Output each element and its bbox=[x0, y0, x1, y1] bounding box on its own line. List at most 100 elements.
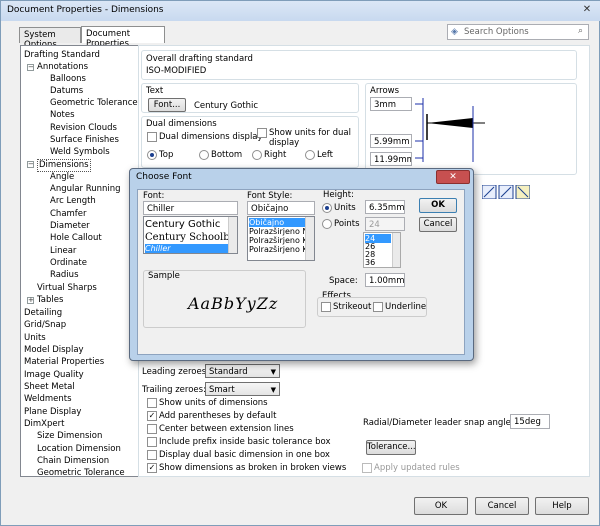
tree-item-image-quality[interactable]: Image Quality bbox=[24, 370, 84, 381]
tree-item-radius[interactable]: Radius bbox=[50, 270, 79, 281]
tree-item-angle[interactable]: Angle bbox=[50, 172, 74, 183]
tree-item-dimxpert[interactable]: DimXpert bbox=[24, 419, 64, 430]
title-bar: Document Properties - Dimensions ✕ bbox=[1, 1, 600, 21]
list-item[interactable]: Century Gothic bbox=[145, 219, 220, 231]
tree-item-weld-symbols[interactable]: Weld Symbols bbox=[50, 147, 110, 158]
units-radio[interactable] bbox=[322, 203, 332, 213]
left-radio[interactable] bbox=[305, 150, 315, 160]
bottom-label: Bottom bbox=[211, 150, 243, 160]
font-style-list[interactable]: Običajno Polrazširjeno Na Polrazširjeno … bbox=[247, 216, 315, 261]
tree-item-balloons[interactable]: Balloons bbox=[50, 74, 86, 85]
tree-item-ordinate[interactable]: Ordinate bbox=[50, 258, 87, 269]
list-item-selected[interactable]: Običajno bbox=[249, 218, 306, 227]
font-name-input[interactable]: Chiller bbox=[143, 201, 238, 215]
cancel-button[interactable]: Cancel bbox=[475, 497, 529, 515]
options-tree: Drafting Standard − Annotations Balloons… bbox=[20, 45, 139, 477]
points-input[interactable]: 24 bbox=[365, 217, 405, 231]
tab-document-properties[interactable]: Document Properties bbox=[81, 26, 165, 49]
list-item[interactable]: Polrazširjeno Na bbox=[249, 227, 313, 236]
tree-item-surface-finishes[interactable]: Surface Finishes bbox=[50, 135, 119, 146]
tree-item-chamfer[interactable]: Chamfer bbox=[50, 209, 87, 220]
underline-checkbox[interactable] bbox=[373, 302, 383, 312]
apply-updated-checkbox[interactable] bbox=[362, 463, 372, 473]
tree-item-angular-running[interactable]: Angular Running bbox=[50, 184, 121, 195]
tree-item-geometric-tolerance[interactable]: Geometric Tolerance bbox=[50, 98, 138, 109]
tree-item-datums[interactable]: Datums bbox=[50, 86, 83, 97]
tree-item-dimensions[interactable]: Dimensions bbox=[37, 159, 91, 172]
tree-item-linear[interactable]: Linear bbox=[50, 246, 76, 257]
arrow-height-input[interactable]: 3mm bbox=[370, 97, 412, 111]
height-label: Height: bbox=[323, 190, 354, 200]
point-size-list[interactable]: 24 26 28 36 bbox=[363, 232, 401, 268]
tree-item-detailing[interactable]: Detailing bbox=[24, 308, 62, 319]
tab-system-options[interactable]: System Options bbox=[19, 27, 81, 50]
show-units-checkbox[interactable] bbox=[257, 128, 267, 138]
dual-display-label: Dual dimensions display bbox=[159, 132, 263, 142]
tree-item-units[interactable]: Units bbox=[24, 333, 46, 344]
tree-item-material-properties[interactable]: Material Properties bbox=[24, 357, 104, 368]
tree-item-tables[interactable]: Tables bbox=[37, 295, 63, 306]
tree-item-chain-dimension[interactable]: Chain Dimension bbox=[37, 456, 109, 467]
font-list[interactable]: Century Gothic Century Schoolboo Chiller bbox=[143, 216, 238, 254]
leading-zeroes-select[interactable]: Standard ▼ bbox=[205, 364, 280, 378]
style-list-scrollbar[interactable] bbox=[305, 217, 314, 260]
bottom-radio[interactable] bbox=[199, 150, 209, 160]
arrow-width-input[interactable]: 5.99mm bbox=[370, 134, 412, 148]
points-radio[interactable] bbox=[322, 219, 332, 229]
point-list-scrollbar[interactable] bbox=[392, 233, 400, 267]
include-prefix-checkbox[interactable] bbox=[147, 437, 157, 447]
tree-item-hole-callout[interactable]: Hole Callout bbox=[50, 233, 102, 244]
show-broken-checkbox[interactable]: ✓ bbox=[147, 463, 157, 473]
show-units-of-dimensions-checkbox[interactable] bbox=[147, 398, 157, 408]
search-input[interactable]: ◈ Search Options ⌕ bbox=[447, 24, 589, 40]
help-button[interactable]: Help bbox=[535, 497, 589, 515]
list-item[interactable]: Polrazširjeno Kr bbox=[249, 236, 311, 245]
top-radio[interactable] bbox=[147, 150, 157, 160]
tree-item-drafting-standard[interactable]: Drafting Standard bbox=[24, 50, 100, 61]
tree-item-size-dimension[interactable]: Size Dimension bbox=[37, 431, 102, 442]
dual-display-checkbox[interactable] bbox=[147, 132, 157, 142]
tree-item-arc-length[interactable]: Arc Length bbox=[50, 196, 96, 207]
dialog-body: Font: Chiller Century Gothic Century Sch… bbox=[137, 189, 465, 355]
strikeout-checkbox[interactable] bbox=[321, 302, 331, 312]
tree-item-notes[interactable]: Notes bbox=[50, 110, 75, 121]
list-item[interactable]: Polrazširjeno Kr bbox=[249, 245, 311, 254]
tree-item-virtual-sharps[interactable]: Virtual Sharps bbox=[37, 283, 97, 294]
add-parentheses-checkbox[interactable]: ✓ bbox=[147, 411, 157, 421]
center-between-checkbox[interactable] bbox=[147, 424, 157, 434]
expand-icon[interactable]: + bbox=[27, 297, 34, 304]
list-item[interactable]: Century Schoolboo bbox=[145, 232, 237, 244]
arrow-length-input[interactable]: 11.99mm bbox=[370, 152, 412, 166]
collapse-icon[interactable]: − bbox=[27, 161, 34, 168]
ok-button[interactable]: OK bbox=[414, 497, 468, 515]
trailing-zeroes-select[interactable]: Smart ▼ bbox=[205, 382, 280, 396]
units-height-input[interactable]: 6.35mm bbox=[365, 200, 405, 214]
font-style-input[interactable]: Običajno bbox=[247, 201, 315, 215]
close-icon[interactable]: ✕ bbox=[579, 3, 595, 17]
font-list-scrollbar[interactable] bbox=[228, 217, 237, 253]
tree-item-diameter[interactable]: Diameter bbox=[50, 221, 90, 232]
list-item[interactable]: 36 bbox=[365, 258, 375, 267]
close-icon[interactable]: ✕ bbox=[436, 170, 470, 184]
space-input[interactable]: 1.00mm bbox=[365, 273, 405, 287]
display-dual-basic-checkbox[interactable] bbox=[147, 450, 157, 460]
tree-item-plane-display[interactable]: Plane Display bbox=[24, 407, 81, 418]
tree-item-geometric-tolerance-dimxpert[interactable]: Geometric Tolerance bbox=[37, 468, 125, 476]
tree-item-annotations[interactable]: Annotations bbox=[37, 62, 88, 73]
tree-item-grid-snap[interactable]: Grid/Snap bbox=[24, 320, 66, 331]
tolerance-button[interactable]: Tolerance... bbox=[366, 440, 416, 455]
snap-angle-input[interactable]: 15deg bbox=[510, 414, 550, 429]
dialog-ok-button[interactable]: OK bbox=[419, 198, 457, 213]
tree-item-weldments[interactable]: Weldments bbox=[24, 394, 72, 405]
list-item-selected[interactable]: Chiller bbox=[145, 244, 229, 253]
overall-standard-value: ISO-MODIFIED bbox=[146, 66, 207, 76]
collapse-icon[interactable]: − bbox=[27, 64, 34, 71]
tree-item-revision-clouds[interactable]: Revision Clouds bbox=[50, 123, 117, 134]
dialog-cancel-button[interactable]: Cancel bbox=[419, 217, 457, 232]
font-button[interactable]: Font... bbox=[148, 98, 186, 112]
tree-item-sheet-metal[interactable]: Sheet Metal bbox=[24, 382, 75, 393]
tree-item-model-display[interactable]: Model Display bbox=[24, 345, 84, 356]
space-label: Space: bbox=[329, 276, 358, 286]
tree-item-location-dimension[interactable]: Location Dimension bbox=[37, 444, 121, 455]
right-radio[interactable] bbox=[252, 150, 262, 160]
